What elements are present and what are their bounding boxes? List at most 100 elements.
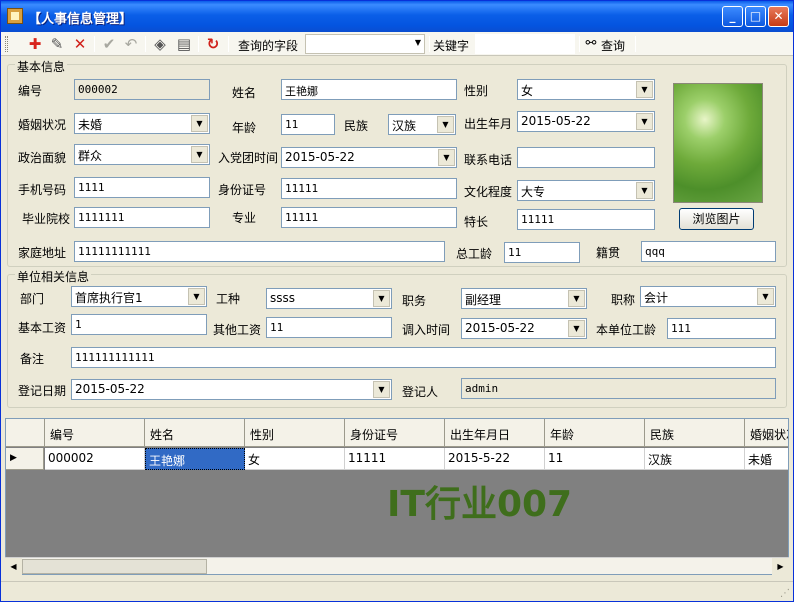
column-header[interactable]: 编号	[45, 419, 145, 447]
undo-icon[interactable]: ↶	[122, 35, 140, 53]
title-bar[interactable]: 【人事信息管理】 _ □ ✕	[1, 1, 793, 32]
column-header[interactable]: 身份证号	[345, 419, 445, 447]
clear-icon[interactable]: ◈	[151, 35, 169, 53]
worktype-value: ssss	[270, 291, 296, 305]
mobile-field[interactable]: 1111	[74, 177, 210, 198]
address-label: 家庭地址	[18, 246, 67, 260]
minimize-button[interactable]: _	[722, 6, 743, 27]
query-field-select[interactable]: ▼	[305, 34, 425, 54]
refresh-icon[interactable]: ↻	[204, 35, 222, 53]
toolbar-separator	[579, 36, 580, 52]
chevron-down-icon[interactable]: ▼	[191, 115, 208, 132]
edit-icon[interactable]: ✎	[48, 35, 66, 53]
major-field[interactable]: 11111	[281, 207, 457, 228]
table-cell[interactable]: 汉族	[645, 448, 745, 470]
chevron-down-icon[interactable]: ▼	[636, 182, 653, 199]
ethnic-select[interactable]: 汉族 ▼	[388, 114, 456, 135]
chevron-down-icon[interactable]: ▼	[373, 290, 390, 307]
window-title: 【人事信息管理】	[28, 12, 133, 27]
close-button[interactable]: ✕	[768, 6, 789, 27]
search-button[interactable]: 查询	[601, 37, 625, 54]
column-header[interactable]: 民族	[645, 419, 745, 447]
scroll-right-icon[interactable]: ▶	[772, 558, 789, 575]
dept-value: 首席执行官1	[75, 291, 143, 305]
column-header[interactable]: 年龄	[545, 419, 645, 447]
birth-date-picker[interactable]: 2015-05-22 ▼	[517, 111, 655, 132]
total-years-field[interactable]: 11	[504, 242, 580, 263]
table-cell-selected[interactable]: 王艳娜	[145, 448, 245, 470]
native-field[interactable]: qqq	[641, 241, 776, 262]
delete-icon[interactable]: ✕	[71, 35, 89, 53]
toolbar-separator	[429, 36, 430, 52]
join-date-picker[interactable]: 2015-05-22 ▼	[281, 147, 457, 168]
political-label: 政治面貌	[18, 151, 67, 165]
table-cell[interactable]: 未婚	[745, 448, 788, 470]
app-icon	[7, 8, 23, 24]
chevron-down-icon[interactable]: ▼	[438, 149, 455, 166]
horizontal-scrollbar[interactable]: ◀ ▶	[5, 557, 789, 575]
table-cell[interactable]: 11111	[345, 448, 445, 470]
rank-select[interactable]: 会计 ▼	[640, 286, 776, 307]
chevron-down-icon[interactable]: ▼	[188, 288, 205, 305]
registrar-field: admin	[461, 378, 776, 399]
political-value: 群众	[78, 149, 103, 163]
chevron-down-icon[interactable]: ▼	[373, 381, 390, 398]
name-field[interactable]: 王艳娜	[281, 79, 457, 100]
table-cell[interactable]: 2015-5-22	[445, 448, 545, 470]
column-header[interactable]: 婚姻状况	[745, 419, 788, 447]
idcard-field[interactable]: 11111	[281, 178, 457, 199]
post-select[interactable]: 副经理 ▼	[461, 288, 587, 309]
unit-years-field[interactable]: 111	[667, 318, 776, 339]
remark-field[interactable]: 111111111111	[71, 347, 776, 368]
education-select[interactable]: 大专 ▼	[517, 180, 655, 201]
print-icon[interactable]: ▤	[175, 35, 193, 53]
employee-photo	[673, 83, 763, 203]
toolbar-separator	[94, 36, 95, 52]
chevron-down-icon[interactable]: ▼	[568, 320, 585, 337]
chevron-down-icon[interactable]: ▼	[636, 81, 653, 98]
table-cell[interactable]: 11	[545, 448, 645, 470]
rank-label: 职称	[611, 293, 636, 307]
dept-select[interactable]: 首席执行官1 ▼	[71, 286, 207, 307]
school-field[interactable]: 1111111	[74, 207, 210, 228]
id-label: 编号	[18, 84, 43, 98]
political-select[interactable]: 群众 ▼	[74, 144, 210, 165]
maximize-button[interactable]: □	[745, 6, 766, 27]
marital-select[interactable]: 未婚 ▼	[74, 113, 210, 134]
chevron-down-icon[interactable]: ▼	[757, 288, 774, 305]
post-value: 副经理	[465, 293, 502, 307]
transfer-date-picker[interactable]: 2015-05-22 ▼	[461, 318, 587, 339]
chevron-down-icon[interactable]: ▼	[437, 116, 454, 133]
specialty-field[interactable]: 11111	[517, 209, 655, 230]
status-bar: ⋰	[1, 581, 793, 601]
other-salary-field[interactable]: 11	[266, 317, 392, 338]
gender-select[interactable]: 女 ▼	[517, 79, 655, 100]
scroll-thumb[interactable]	[22, 559, 207, 574]
worktype-select[interactable]: ssss ▼	[266, 288, 392, 309]
scroll-left-icon[interactable]: ◀	[5, 558, 22, 575]
address-field[interactable]: 11111111111	[74, 241, 445, 262]
browse-picture-button[interactable]: 浏览图片	[679, 208, 754, 230]
confirm-icon[interactable]: ✔	[100, 35, 118, 53]
chevron-down-icon[interactable]: ▼	[191, 146, 208, 163]
chevron-down-icon[interactable]: ▼	[636, 113, 653, 130]
toolbar-grip[interactable]	[5, 36, 8, 52]
table-cell[interactable]: 000002	[45, 448, 145, 470]
id-field: 000002	[74, 79, 210, 100]
transfer-label: 调入时间	[402, 323, 451, 337]
marital-value: 未婚	[78, 118, 103, 132]
age-field[interactable]: 11	[281, 114, 335, 135]
salary-field[interactable]: 1	[71, 314, 207, 335]
add-icon[interactable]: ✚	[26, 35, 44, 53]
phone-label: 联系电话	[464, 153, 513, 167]
column-header[interactable]: 姓名	[145, 419, 245, 447]
column-header[interactable]: 性别	[245, 419, 345, 447]
keyword-input[interactable]	[475, 34, 575, 54]
row-indicator[interactable]: ▶	[6, 448, 44, 470]
phone-field[interactable]	[517, 147, 655, 168]
chevron-down-icon[interactable]: ▼	[568, 290, 585, 307]
table-cell[interactable]: 女	[245, 448, 345, 470]
resize-grip-icon[interactable]: ⋰	[780, 588, 790, 599]
column-header[interactable]: 出生年月日	[445, 419, 545, 447]
reg-date-picker[interactable]: 2015-05-22 ▼	[71, 379, 392, 400]
